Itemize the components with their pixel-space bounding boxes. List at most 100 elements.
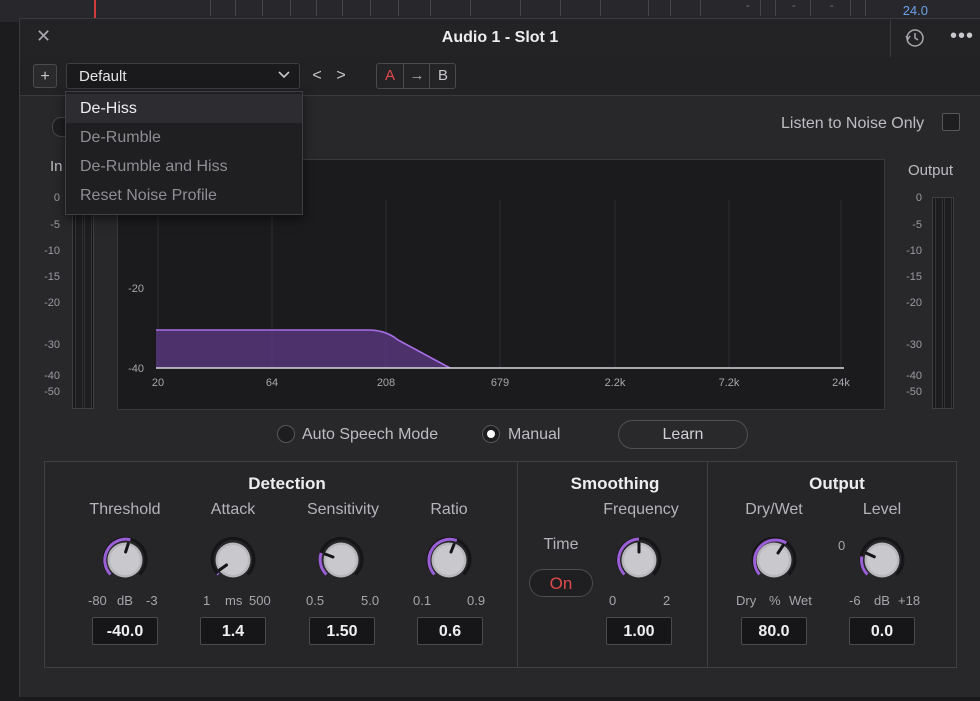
output-scale-label: -50 bbox=[906, 386, 922, 398]
output-scale-label: -20 bbox=[906, 297, 922, 309]
output-scale-label: -30 bbox=[906, 339, 922, 351]
ab-compare-group: A → B bbox=[376, 63, 456, 89]
controls-panel: Detection Smoothing Output Threshold -80… bbox=[44, 461, 957, 668]
copy-a-to-b-button[interactable]: → bbox=[404, 64, 430, 88]
history-icon[interactable] bbox=[904, 27, 926, 49]
more-options-icon[interactable]: ••• bbox=[950, 25, 974, 48]
graph-x-label: 208 bbox=[377, 377, 395, 389]
output-meter bbox=[932, 197, 954, 409]
level-unit: dB bbox=[874, 593, 890, 608]
ratio-knob[interactable] bbox=[421, 532, 477, 588]
attack-label: Attack bbox=[210, 501, 256, 518]
timeline-value: 24.0 bbox=[902, 3, 928, 18]
auto-speech-mode-radio[interactable] bbox=[277, 425, 295, 443]
input-scale-label: 0 bbox=[53, 192, 60, 204]
output-scale-label: -40 bbox=[906, 370, 922, 382]
divider bbox=[890, 19, 891, 57]
preset-value: Default bbox=[79, 68, 127, 85]
attack-max: 500 bbox=[249, 593, 271, 608]
threshold-min: -80 bbox=[88, 593, 107, 608]
level-max: +18 bbox=[898, 593, 921, 608]
level-label: Level bbox=[862, 501, 902, 518]
listen-noise-label: Listen to Noise Only bbox=[781, 115, 925, 132]
input-scale-label: -30 bbox=[44, 339, 60, 351]
graph-x-label: 679 bbox=[491, 377, 509, 389]
time-on-toggle[interactable]: On bbox=[529, 569, 593, 597]
ratio-min: 0.1 bbox=[413, 593, 432, 608]
preset-select[interactable]: Default bbox=[66, 63, 300, 89]
timeline-marker: - bbox=[746, 0, 750, 12]
prev-preset-button[interactable]: < bbox=[305, 64, 329, 88]
a-button[interactable]: A bbox=[377, 64, 403, 88]
bottom-strip bbox=[19, 697, 980, 701]
menu-item-de-rumble-and-hiss[interactable]: De-Rumble and Hiss bbox=[66, 152, 302, 181]
input-scale-label: -5 bbox=[50, 219, 60, 231]
output-scale-label: -15 bbox=[906, 271, 922, 283]
graph-x-label: 64 bbox=[266, 377, 278, 389]
dry-wet-unit: % bbox=[769, 593, 781, 608]
menu-item-reset-noise-profile[interactable]: Reset Noise Profile bbox=[66, 181, 302, 210]
attack-knob[interactable] bbox=[205, 532, 261, 588]
level-knob[interactable] bbox=[854, 532, 910, 588]
menu-item-de-hiss[interactable]: De-Hiss bbox=[66, 94, 302, 123]
frequency-max: 2 bbox=[663, 593, 671, 608]
graph-x-label: 24k bbox=[832, 377, 850, 389]
attack-min: 1 bbox=[203, 593, 211, 608]
dry-wet-label: Dry/Wet bbox=[745, 501, 803, 518]
input-scale-label: -15 bbox=[44, 271, 60, 283]
noise-profile-fill bbox=[156, 330, 450, 368]
output-title: Output bbox=[809, 474, 865, 493]
title-bar: ✕ Audio 1 - Slot 1 ••• bbox=[20, 19, 980, 58]
graph-x-label: 2.2k bbox=[605, 377, 626, 389]
output-scale-label: -5 bbox=[912, 219, 922, 231]
graph-y-label: -40 bbox=[128, 363, 144, 375]
output-scale-label: -10 bbox=[906, 245, 922, 257]
preset-dropdown-menu: De-Hiss De-Rumble De-Rumble and Hiss Res… bbox=[65, 91, 303, 215]
ratio-label: Ratio bbox=[430, 501, 468, 518]
sensitivity-knob[interactable] bbox=[313, 532, 369, 588]
level-value[interactable]: 0.0 bbox=[849, 617, 915, 645]
input-meter-label: In bbox=[50, 158, 63, 175]
detection-title: Detection bbox=[248, 474, 326, 493]
dry-wet-max: Wet bbox=[789, 593, 812, 608]
ratio-value[interactable]: 0.6 bbox=[417, 617, 483, 645]
dry-wet-min: Dry bbox=[736, 593, 757, 608]
frequency-min: 0 bbox=[609, 593, 617, 608]
ratio-max: 0.9 bbox=[467, 593, 486, 608]
input-scale-label: -50 bbox=[44, 386, 60, 398]
b-button[interactable]: B bbox=[430, 64, 456, 88]
timeline-marker: - bbox=[792, 0, 796, 12]
playhead[interactable] bbox=[94, 0, 96, 18]
sensitivity-min: 0.5 bbox=[306, 593, 325, 608]
time-label: Time bbox=[543, 536, 579, 553]
threshold-unit: dB bbox=[117, 593, 133, 608]
input-scale-label: -40 bbox=[44, 370, 60, 382]
menu-item-de-rumble[interactable]: De-Rumble bbox=[66, 123, 302, 152]
attack-unit: ms bbox=[225, 593, 243, 608]
next-preset-button[interactable]: > bbox=[329, 64, 353, 88]
learn-button[interactable]: Learn bbox=[618, 420, 748, 449]
add-preset-button[interactable]: + bbox=[33, 64, 57, 88]
dry-wet-value[interactable]: 80.0 bbox=[741, 617, 807, 645]
output-meter-label: Output bbox=[908, 162, 954, 179]
manual-mode-label: Manual bbox=[508, 426, 561, 443]
chevron-down-icon bbox=[278, 71, 290, 79]
listen-noise-checkbox[interactable] bbox=[942, 113, 960, 131]
window-title: Audio 1 - Slot 1 bbox=[441, 29, 559, 46]
threshold-knob[interactable] bbox=[97, 532, 153, 588]
input-scale-label: -10 bbox=[44, 245, 60, 257]
graph-x-label: 20 bbox=[152, 377, 164, 389]
manual-mode-radio[interactable] bbox=[482, 425, 500, 443]
sensitivity-value[interactable]: 1.50 bbox=[309, 617, 375, 645]
timeline-marker: - bbox=[830, 0, 834, 12]
attack-value[interactable]: 1.4 bbox=[200, 617, 266, 645]
level-min: -6 bbox=[849, 593, 861, 608]
frequency-knob[interactable] bbox=[611, 532, 667, 588]
frequency-value[interactable]: 1.00 bbox=[606, 617, 672, 645]
dry-wet-knob[interactable] bbox=[746, 532, 802, 588]
auto-speech-mode-label: Auto Speech Mode bbox=[302, 426, 439, 443]
threshold-value[interactable]: -40.0 bbox=[92, 617, 158, 645]
sensitivity-max: 5.0 bbox=[361, 593, 380, 608]
level-zero-mark: 0 bbox=[838, 538, 846, 553]
input-meter bbox=[72, 197, 94, 409]
